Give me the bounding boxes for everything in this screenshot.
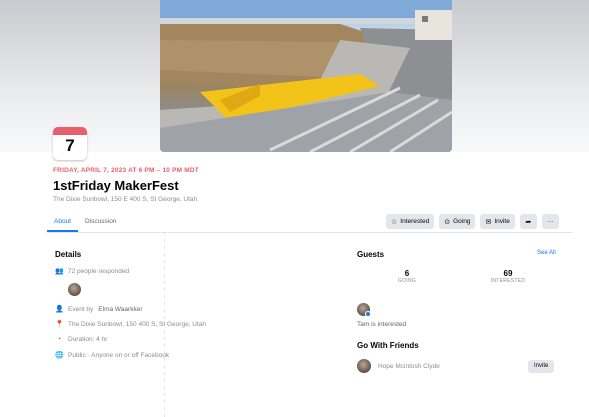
event-day-number: 7	[65, 136, 75, 155]
detail-privacy: 🌐 Public · Anyone on or off Facebook	[55, 351, 170, 360]
tabs-divider	[47, 232, 573, 233]
location-text[interactable]: The Dixie Sunbowl, 150 400 S, St George,…	[68, 321, 206, 328]
cover-blur-right	[452, 0, 589, 152]
interested-count-number: 69	[503, 269, 513, 278]
host-avatar[interactable]	[68, 283, 81, 296]
event-title: 1stFriday MakerFest	[53, 178, 179, 193]
host-name-link[interactable]: Elma Waarkker	[98, 306, 142, 313]
detail-duration: ◔ Duration: 4 hr	[55, 336, 108, 343]
interested-button[interactable]: ☆ Interested	[386, 214, 435, 229]
date-badge-month-bar	[53, 127, 87, 135]
detail-responded: 👥 72 people responded	[55, 267, 129, 276]
going-button[interactable]: ⊙ Going	[439, 214, 476, 229]
detail-location: 📍 The Dixie Sunbowl, 150 400 S, St Georg…	[55, 320, 206, 329]
more-icon: ···	[547, 218, 554, 225]
interested-count-label: INTERESTED	[490, 278, 526, 284]
clock-icon: ◔	[56, 336, 62, 343]
event-location-subtitle[interactable]: The Dixie Sunbowl, 150 E 400 S, St Georg…	[53, 196, 197, 203]
friend-invite-button[interactable]: Invite	[528, 360, 555, 373]
star-icon: ☆	[391, 218, 398, 226]
stadium-photo	[160, 0, 452, 152]
more-options-button[interactable]: ···	[541, 214, 559, 229]
going-label: Going	[453, 218, 471, 225]
event-actions: ☆ Interested ⊙ Going ✉ Invite ➦ ···	[386, 214, 559, 229]
event-tabs: About Discussion	[47, 212, 123, 232]
going-count-label: GOING	[397, 278, 417, 284]
location-pin-icon: 📍	[55, 321, 64, 328]
tab-discussion[interactable]: Discussion	[78, 212, 123, 232]
share-arrow-icon: ➦	[525, 218, 532, 226]
host-prefix: Event by	[68, 305, 94, 313]
check-circle-icon: ⊙	[444, 218, 451, 226]
guests-title: Guests	[357, 250, 385, 259]
duration-text: Duration: 4 hr	[68, 336, 108, 343]
details-title: Details	[55, 250, 82, 259]
guest-line: Tam is interested	[357, 321, 407, 328]
person-icon: 👤	[55, 306, 64, 313]
tab-about[interactable]: About	[47, 212, 78, 232]
globe-icon: 🌐	[55, 352, 64, 359]
friend-avatar[interactable]	[357, 359, 371, 373]
event-date-badge: 7	[53, 127, 87, 160]
event-cover-photo[interactable]	[160, 0, 452, 152]
responded-text[interactable]: 72 people responded	[68, 268, 129, 275]
detail-host: 👤 Event by Elma Waarkker	[55, 305, 142, 314]
invite-label: Invite	[494, 218, 510, 225]
see-all-link[interactable]: See All	[537, 250, 556, 256]
envelope-icon: ✉	[485, 218, 492, 226]
people-icon: 👥	[55, 268, 64, 275]
going-count-number: 6	[404, 269, 410, 278]
invite-button[interactable]: ✉ Invite	[480, 214, 515, 229]
going-count[interactable]: 6 GOING	[385, 269, 429, 284]
go-with-friends-title: Go With Friends	[357, 341, 419, 350]
event-page: 7 FRIDAY, APRIL 7, 2023 AT 6 PM – 10 PM …	[0, 0, 589, 417]
share-button[interactable]: ➦	[519, 214, 537, 229]
interested-star-icon	[365, 311, 371, 317]
interested-label: Interested	[400, 218, 430, 225]
friend-name[interactable]: Hope Mcintosh Clyde	[378, 363, 440, 370]
privacy-text: Public · Anyone on or off Facebook	[68, 351, 170, 359]
interested-count[interactable]: 69 INTERESTED	[480, 269, 536, 284]
event-datetime: FRIDAY, APRIL 7, 2023 AT 6 PM – 10 PM MD…	[53, 167, 199, 174]
